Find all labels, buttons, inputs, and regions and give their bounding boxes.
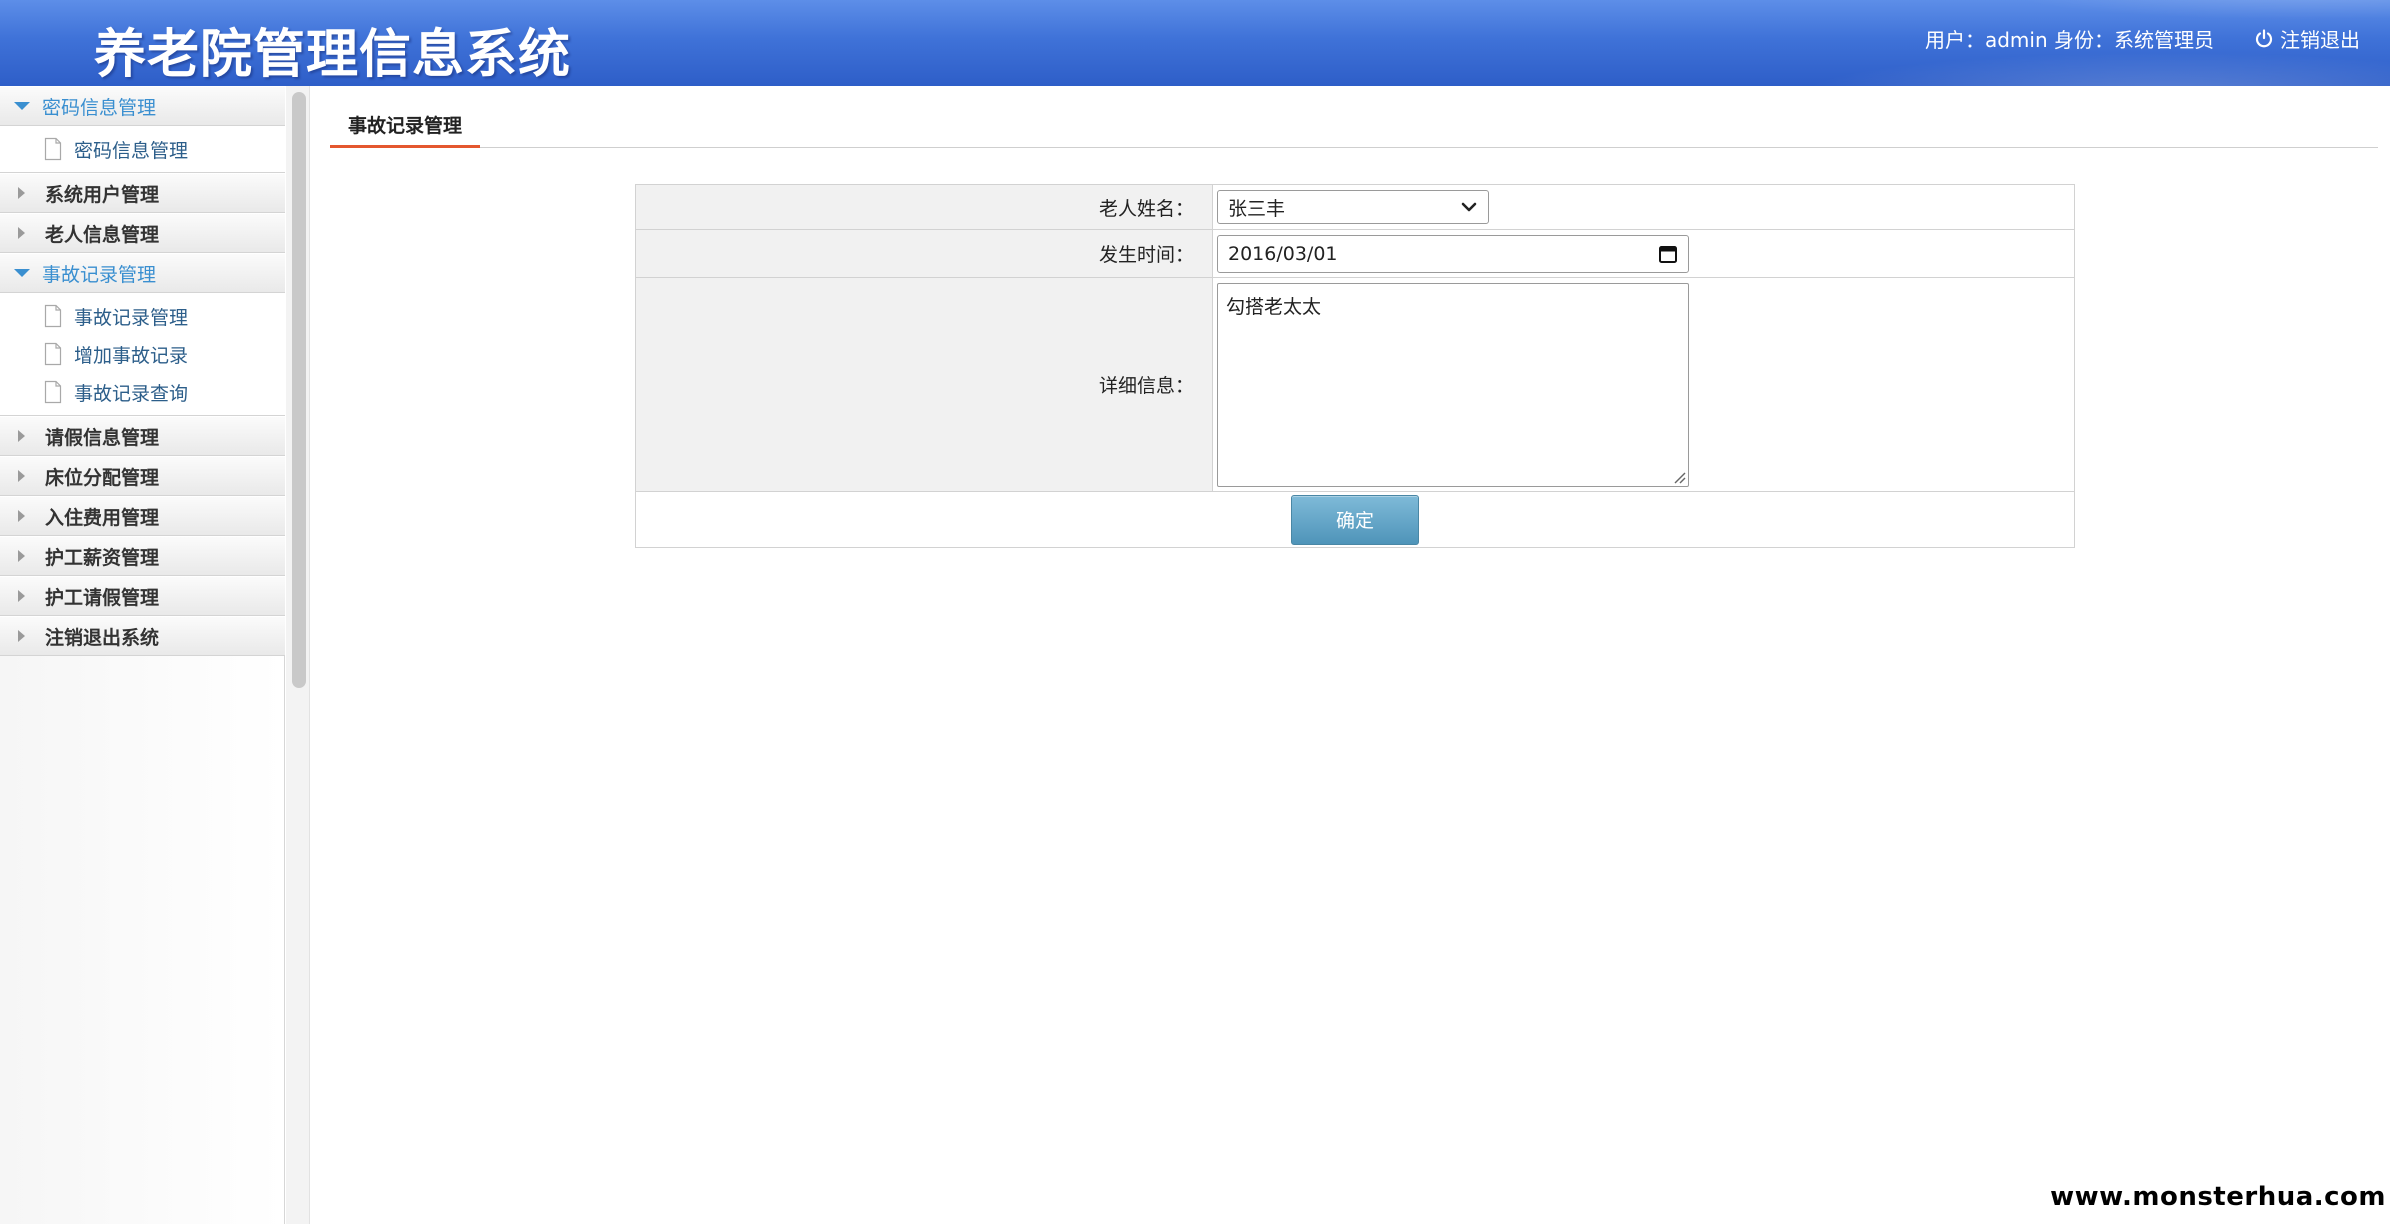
menu-head-elder-info[interactable]: 老人信息管理 (0, 213, 285, 253)
menu-head-label: 老人信息管理 (45, 223, 160, 246)
menu-item-accident-manage[interactable]: 事故记录管理 (0, 297, 285, 335)
collapsed-arrow-icon (18, 510, 25, 522)
menu-head-label: 床位分配管理 (45, 466, 160, 489)
watermark: www.monsterhua.com (2050, 1182, 2386, 1212)
form-row-elder-name: 老人姓名： 张三丰 (635, 184, 2075, 230)
tab-accident-records[interactable]: 事故记录管理 (330, 104, 480, 148)
menu-group-caregiver-salary: 护工薪资管理 (0, 536, 285, 576)
user-info-bar: 用户：admin 身份：系统管理员 注销退出 (1925, 24, 2360, 53)
menu-item-label: 增加事故记录 (74, 344, 189, 367)
detail-textarea[interactable]: 勾搭老太太 (1217, 282, 1689, 487)
menu-head-bed-assign[interactable]: 床位分配管理 (0, 456, 285, 496)
menu-item-accident-query[interactable]: 事故记录查询 (0, 373, 285, 411)
menu-group-leave-info: 请假信息管理 (0, 416, 285, 456)
menu-group-caregiver-leave: 护工请假管理 (0, 576, 285, 616)
collapsed-arrow-icon (18, 470, 25, 482)
app-header: 养老院管理信息系统 用户：admin 身份：系统管理员 注销退出 (0, 0, 2390, 86)
menu-item-label: 事故记录管理 (74, 306, 189, 329)
expanded-arrow-icon (14, 269, 30, 277)
menu-group-password: 密码信息管理 密码信息管理 (0, 86, 285, 173)
elder-name-selected-value: 张三丰 (1228, 197, 1286, 220)
menu-items-password: 密码信息管理 (0, 126, 285, 173)
collapsed-arrow-icon (18, 430, 25, 442)
menu-item-password-manage[interactable]: 密码信息管理 (0, 130, 285, 168)
document-icon (44, 380, 62, 404)
menu-head-label: 事故记录管理 (42, 263, 157, 286)
elder-name-select[interactable]: 张三丰 (1217, 190, 1489, 224)
sidebar-menu: 密码信息管理 密码信息管理 系统用户管理 老人信息管理 事故记录管理 事故记录管… (0, 86, 285, 1224)
menu-item-accident-add[interactable]: 增加事故记录 (0, 335, 285, 373)
document-icon (44, 342, 62, 366)
menu-head-password[interactable]: 密码信息管理 (0, 86, 285, 126)
menu-head-label: 护工请假管理 (45, 586, 160, 609)
main-content: 事故记录管理 老人姓名： 张三丰 发生时间： 2016/03/01 详细信息： … (330, 86, 2378, 1186)
detail-label: 详细信息： (635, 277, 1213, 492)
resize-grip-icon[interactable] (1672, 470, 1686, 484)
menu-group-bed-assign: 床位分配管理 (0, 456, 285, 496)
menu-head-fees[interactable]: 入住费用管理 (0, 496, 285, 536)
menu-group-logout: 注销退出系统 (0, 616, 285, 656)
collapsed-arrow-icon (18, 630, 25, 642)
collapsed-arrow-icon (18, 187, 25, 199)
menu-items-accident-records: 事故记录管理 增加事故记录 事故记录查询 (0, 293, 285, 416)
occurrence-date-input[interactable]: 2016/03/01 (1217, 234, 1689, 273)
form-row-detail: 详细信息： 勾搭老太太 (635, 277, 2075, 492)
form-row-submit: 确定 (635, 491, 2075, 548)
menu-head-label: 密码信息管理 (42, 96, 157, 119)
menu-head-caregiver-leave[interactable]: 护工请假管理 (0, 576, 285, 616)
menu-group-system-users: 系统用户管理 (0, 173, 285, 213)
collapsed-arrow-icon (18, 227, 25, 239)
accident-form: 老人姓名： 张三丰 发生时间： 2016/03/01 详细信息： 勾搭老太太 确… (635, 184, 2075, 548)
time-label: 发生时间： (635, 229, 1213, 278)
menu-head-system-users[interactable]: 系统用户管理 (0, 173, 285, 213)
calendar-icon[interactable] (1658, 244, 1678, 264)
elder-name-label: 老人姓名： (635, 184, 1213, 230)
sidebar-scrollbar-thumb[interactable] (292, 92, 306, 688)
menu-head-label: 入住费用管理 (45, 506, 160, 529)
form-row-time: 发生时间： 2016/03/01 (635, 229, 2075, 278)
menu-head-label: 注销退出系统 (45, 626, 160, 649)
app-title: 养老院管理信息系统 (94, 25, 572, 85)
menu-head-label: 请假信息管理 (45, 426, 160, 449)
menu-item-label: 密码信息管理 (74, 139, 189, 162)
menu-item-label: 事故记录查询 (74, 382, 189, 405)
menu-head-logout[interactable]: 注销退出系统 (0, 616, 285, 656)
collapsed-arrow-icon (18, 550, 25, 562)
detail-text: 勾搭老太太 (1226, 295, 1322, 318)
current-user-label: 用户：admin 身份：系统管理员 (1924, 28, 2214, 52)
menu-group-fees: 入住费用管理 (0, 496, 285, 536)
document-icon (44, 137, 62, 161)
menu-head-caregiver-salary[interactable]: 护工薪资管理 (0, 536, 285, 576)
confirm-button[interactable]: 确定 (1291, 494, 1419, 545)
tab-bar: 事故记录管理 (330, 104, 2378, 148)
collapsed-arrow-icon (18, 590, 25, 602)
document-icon (44, 304, 62, 328)
menu-head-label: 系统用户管理 (45, 183, 160, 206)
menu-group-elder-info: 老人信息管理 (0, 213, 285, 253)
menu-group-accident-records: 事故记录管理 事故记录管理 增加事故记录 事故记录查询 (0, 253, 285, 416)
chevron-down-icon (1461, 202, 1477, 212)
logout-link[interactable]: 注销退出 (2280, 24, 2360, 53)
power-icon[interactable] (2254, 28, 2274, 49)
occurrence-date-value: 2016/03/01 (1228, 242, 1338, 265)
menu-head-leave-info[interactable]: 请假信息管理 (0, 416, 285, 456)
expanded-arrow-icon (14, 102, 30, 110)
menu-head-label: 护工薪资管理 (45, 546, 160, 569)
menu-head-accident-records[interactable]: 事故记录管理 (0, 253, 285, 293)
